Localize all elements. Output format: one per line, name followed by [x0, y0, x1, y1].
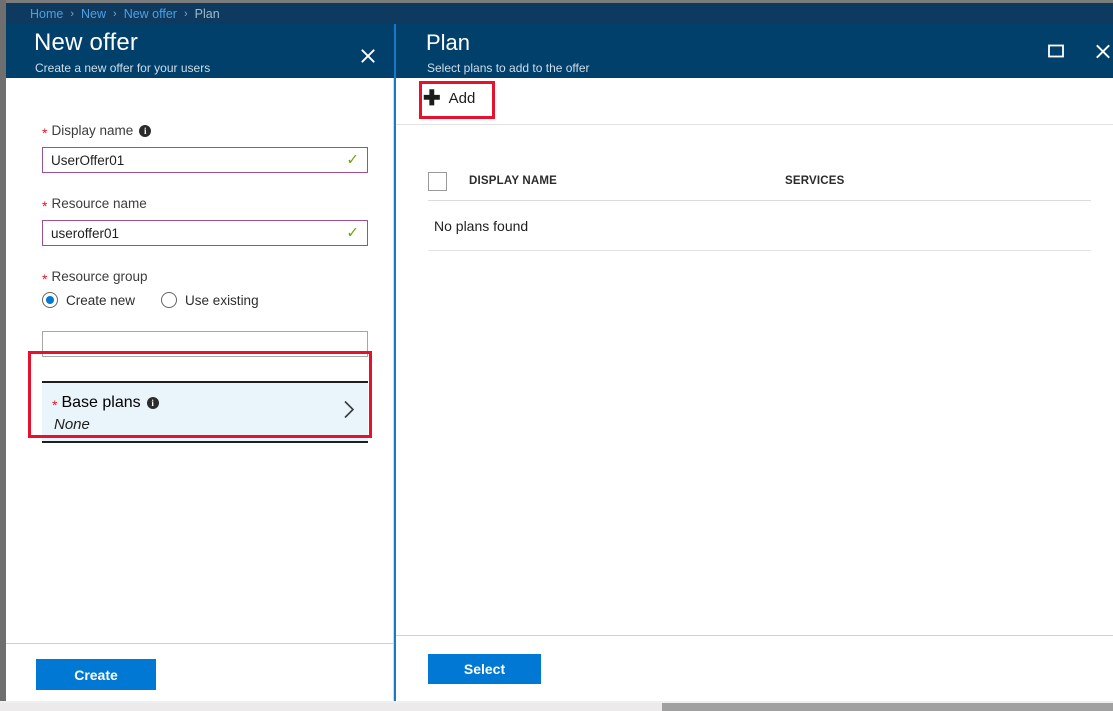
base-plans-label-text: Base plans	[61, 394, 140, 412]
plan-subtitle: Select plans to add to the offer	[427, 61, 590, 75]
plans-table-header: DISPLAY NAME SERVICES	[428, 162, 1091, 201]
radio-use-existing[interactable]	[161, 292, 177, 308]
radio-create-new-label[interactable]: Create new	[66, 293, 135, 308]
new-offer-form: * Display name i UserOffer01 ✓ * Resourc…	[6, 78, 394, 643]
horizontal-scrollbar[interactable]	[0, 701, 1113, 711]
info-icon[interactable]: i	[139, 125, 151, 137]
breadcrumb-separator-icon: ›	[70, 8, 74, 20]
new-offer-blade-header: New offer Create a new offer for your us…	[6, 24, 396, 78]
resource-name-input[interactable]: useroffer01 ✓	[42, 220, 368, 246]
breadcrumb-item-plan[interactable]: Plan	[195, 7, 220, 21]
new-offer-footer: Create	[6, 643, 394, 701]
breadcrumb-item-new[interactable]: New	[81, 7, 106, 21]
new-offer-blade: New offer Create a new offer for your us…	[6, 24, 396, 701]
resource-name-label: * Resource name	[42, 196, 368, 211]
plan-command-bar: ✚ Add	[396, 78, 1113, 125]
plan-blade-footer: Select	[396, 635, 1113, 701]
display-name-label: * Display name i	[42, 123, 368, 138]
add-plan-button[interactable]: ✚ Add	[423, 88, 475, 109]
chevron-right-icon	[342, 399, 356, 426]
breadcrumb-separator-icon: ›	[184, 8, 188, 20]
close-icon[interactable]	[357, 45, 379, 67]
display-name-value: UserOffer01	[51, 153, 124, 168]
required-marker: *	[42, 126, 47, 140]
resource-name-label-text: Resource name	[51, 196, 146, 211]
column-header-display-name[interactable]: DISPLAY NAME	[469, 175, 785, 187]
radio-create-new[interactable]	[42, 292, 58, 308]
close-icon[interactable]	[1092, 41, 1113, 68]
maximize-icon[interactable]	[1048, 43, 1065, 65]
required-marker: *	[42, 272, 47, 286]
base-plans-picker[interactable]: * Base plans i None	[42, 381, 368, 443]
column-header-services[interactable]: SERVICES	[785, 175, 845, 187]
resource-group-label: * Resource group	[42, 269, 368, 284]
required-marker: *	[52, 398, 57, 412]
radio-use-existing-label[interactable]: Use existing	[185, 293, 259, 308]
base-plans-label: * Base plans i	[52, 394, 159, 412]
plans-table-empty-row: No plans found	[428, 201, 1091, 251]
resource-group-label-text: Resource group	[51, 269, 147, 284]
valid-check-icon: ✓	[346, 153, 359, 168]
base-plans-value: None	[54, 416, 90, 433]
scrollbar-track[interactable]	[662, 703, 1113, 711]
valid-check-icon: ✓	[346, 226, 359, 241]
resource-name-field: * Resource name useroffer01 ✓	[42, 196, 368, 246]
breadcrumb: Home › New › New offer › Plan	[6, 3, 1113, 24]
new-offer-subtitle: Create a new offer for your users	[35, 61, 210, 75]
required-marker: *	[42, 199, 47, 213]
resource-name-value: useroffer01	[51, 226, 119, 241]
empty-state-message: No plans found	[428, 218, 528, 234]
breadcrumb-item-home[interactable]: Home	[30, 7, 63, 21]
new-offer-title: New offer	[34, 29, 138, 57]
display-name-field: * Display name i UserOffer01 ✓	[42, 123, 368, 173]
select-all-checkbox[interactable]	[428, 172, 447, 191]
resource-group-options: Create new Use existing	[42, 292, 368, 308]
breadcrumb-separator-icon: ›	[113, 8, 117, 20]
plan-blade: Plan Select plans to add to the offer ✚ …	[396, 24, 1113, 701]
azure-portal-screen: Home › New › New offer › Plan New offer …	[0, 0, 1113, 711]
plan-blade-header: Plan Select plans to add to the offer	[396, 24, 1113, 78]
plan-blade-body: ✚ Add DISPLAY NAME SERVICES No plans fou…	[396, 78, 1113, 635]
breadcrumb-item-new-offer[interactable]: New offer	[124, 7, 177, 21]
info-icon[interactable]: i	[147, 397, 159, 409]
create-button[interactable]: Create	[36, 659, 156, 690]
scrollbar-thumb[interactable]	[0, 703, 662, 711]
display-name-input[interactable]: UserOffer01 ✓	[42, 147, 368, 173]
base-plans-picker-surface[interactable]: * Base plans i None	[42, 381, 368, 443]
select-button[interactable]: Select	[428, 654, 541, 684]
add-plan-label: Add	[449, 90, 476, 107]
plus-icon: ✚	[423, 88, 441, 109]
resource-group-field: * Resource group Create new Use existing	[42, 269, 368, 357]
resource-group-name-input[interactable]	[42, 331, 368, 357]
display-name-label-text: Display name	[51, 123, 133, 138]
plan-title: Plan	[426, 30, 470, 56]
